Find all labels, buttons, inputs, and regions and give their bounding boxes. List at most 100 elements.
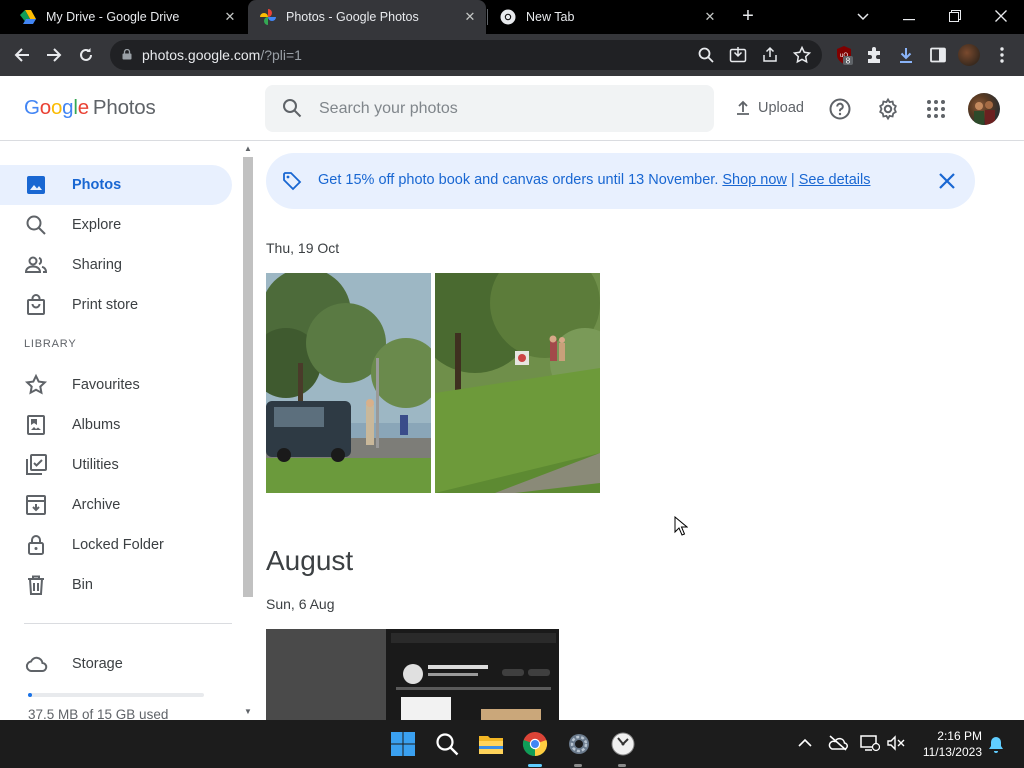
sidebar-item-label: Sharing xyxy=(72,257,122,273)
clock-app-icon[interactable] xyxy=(610,731,636,757)
archive-icon xyxy=(26,495,46,515)
sidebar-divider xyxy=(24,623,232,624)
sidebar-item-albums[interactable]: Albums xyxy=(0,405,232,445)
apps-grid-icon[interactable] xyxy=(924,97,948,121)
search-icon xyxy=(26,215,46,235)
sidebar-item-explore[interactable]: Explore xyxy=(0,205,232,245)
photos-timeline: Get 15% off photo book and canvas orders… xyxy=(256,141,1024,720)
taskbar-clock[interactable]: 2:16 PM 11/13/2023 xyxy=(908,728,982,760)
taskbar-search-icon[interactable] xyxy=(434,731,460,757)
photo-thumbnail[interactable] xyxy=(435,273,600,493)
bookmark-star-icon[interactable] xyxy=(792,45,812,65)
bag-icon xyxy=(27,294,45,315)
scrollbar-thumb[interactable] xyxy=(243,157,253,597)
back-button[interactable] xyxy=(10,43,34,67)
google-photos-icon xyxy=(260,9,276,25)
tab-title: New Tab xyxy=(526,10,575,24)
windows-start-icon[interactable] xyxy=(390,731,416,757)
upload-label: Upload xyxy=(758,100,804,116)
sidebar-item-label: Utilities xyxy=(72,457,119,473)
month-heading: August xyxy=(266,545,354,576)
onedrive-icon[interactable] xyxy=(828,734,848,752)
new-tab-button[interactable]: + xyxy=(736,5,760,29)
help-icon[interactable] xyxy=(828,97,852,121)
account-avatar[interactable] xyxy=(968,93,1000,125)
sidebar-item-storage[interactable]: Storage xyxy=(0,644,232,684)
clock-time: 2:16 PM xyxy=(937,729,982,743)
sidebar-item-label: Explore xyxy=(72,217,122,233)
search-bar[interactable] xyxy=(265,85,714,132)
address-bar[interactable]: photos.google.com/?pli=1 xyxy=(110,40,822,70)
file-explorer-icon[interactable] xyxy=(478,731,504,757)
app-header: GooglePhotos Upload xyxy=(0,76,1024,141)
logo-google: Google xyxy=(24,96,89,119)
sidebar-item-bin[interactable]: Bin xyxy=(0,565,232,605)
sidebar-scrollbar[interactable]: ▲ ▼ xyxy=(240,141,256,720)
close-icon[interactable]: ✕ xyxy=(702,9,718,25)
upload-button[interactable]: Upload xyxy=(734,92,804,124)
checklist-icon xyxy=(26,454,47,475)
reload-button[interactable] xyxy=(74,43,98,67)
lock-icon[interactable] xyxy=(122,49,132,60)
sidebar-item-print-store[interactable]: Print store xyxy=(0,285,232,325)
settings-app-icon[interactable] xyxy=(566,731,592,757)
sidebar-item-label: Print store xyxy=(72,297,139,313)
sidebar-item-photos[interactable]: Photos xyxy=(0,165,232,205)
search-icon[interactable] xyxy=(696,45,716,65)
notification-bell-icon[interactable] xyxy=(988,736,1004,754)
side-panel-icon[interactable] xyxy=(928,45,948,65)
tab-search-chevron-icon[interactable] xyxy=(848,5,878,27)
close-icon[interactable] xyxy=(938,172,956,190)
restore-button[interactable] xyxy=(940,5,970,27)
tab-my-drive[interactable]: My Drive - Google Drive ✕ xyxy=(8,0,246,34)
sidebar-item-favourites[interactable]: Favourites xyxy=(0,365,232,405)
mouse-cursor-icon xyxy=(674,516,688,536)
sidebar-item-label: Storage xyxy=(72,656,123,672)
photo-icon xyxy=(27,176,45,194)
close-icon[interactable]: ✕ xyxy=(462,9,478,25)
see-details-link[interactable]: See details xyxy=(799,172,871,188)
sidebar-item-label: Bin xyxy=(72,577,93,593)
extensions-puzzle-icon[interactable] xyxy=(864,45,884,65)
minimize-button[interactable] xyxy=(894,5,924,27)
promo-text: Get 15% off photo book and canvas orders… xyxy=(318,172,870,188)
tab-title: Photos - Google Photos xyxy=(286,10,419,24)
window-close-button[interactable] xyxy=(986,5,1016,27)
sidebar-item-locked-folder[interactable]: Locked Folder xyxy=(0,525,232,565)
browser-tab-strip: My Drive - Google Drive ✕ Photos - Googl… xyxy=(0,0,1024,34)
share-icon[interactable] xyxy=(760,45,780,65)
browser-menu-icon[interactable] xyxy=(992,45,1012,65)
sidebar-nav: Photos Explore Sharing Print store LIBRA… xyxy=(0,141,240,720)
search-icon[interactable] xyxy=(281,97,303,119)
scroll-down-arrow-icon[interactable]: ▼ xyxy=(244,707,252,716)
photo-thumbnail[interactable] xyxy=(266,629,559,720)
sidebar-item-archive[interactable]: Archive xyxy=(0,485,232,525)
close-icon[interactable]: ✕ xyxy=(222,9,238,25)
ublock-extension-icon[interactable]: uO8 xyxy=(834,45,854,65)
google-photos-logo[interactable]: Google Photos xyxy=(24,96,156,120)
scroll-up-arrow-icon[interactable]: ▲ xyxy=(244,144,252,153)
storage-used-text: 37.5 MB of 15 GB used xyxy=(28,707,169,720)
network-icon[interactable] xyxy=(860,734,880,752)
forward-button[interactable] xyxy=(42,43,66,67)
sidebar-item-utilities[interactable]: Utilities xyxy=(0,445,232,485)
search-input[interactable] xyxy=(319,85,699,132)
date-heading[interactable]: Sun, 6 Aug xyxy=(266,596,335,612)
photo-thumbnail[interactable] xyxy=(266,273,431,493)
tab-google-photos[interactable]: Photos - Google Photos ✕ xyxy=(248,0,486,34)
shop-now-link[interactable]: Shop now xyxy=(722,172,787,188)
sidebar-item-sharing[interactable]: Sharing xyxy=(0,245,232,285)
extension-badge: 8 xyxy=(846,57,851,66)
download-icon[interactable] xyxy=(896,45,916,65)
profile-avatar[interactable] xyxy=(958,44,980,66)
tab-new-tab[interactable]: New Tab ✕ xyxy=(488,0,726,34)
install-app-icon[interactable] xyxy=(728,45,748,65)
chrome-taskbar-icon[interactable] xyxy=(522,731,548,757)
date-heading[interactable]: Thu, 19 Oct xyxy=(266,240,339,256)
url-text[interactable]: photos.google.com/?pli=1 xyxy=(142,47,302,63)
show-hidden-icons-chevron-icon[interactable] xyxy=(798,738,812,748)
volume-muted-icon[interactable] xyxy=(886,734,906,752)
people-icon xyxy=(24,256,48,273)
link-divider: | xyxy=(790,172,795,188)
settings-gear-icon[interactable] xyxy=(876,97,900,121)
